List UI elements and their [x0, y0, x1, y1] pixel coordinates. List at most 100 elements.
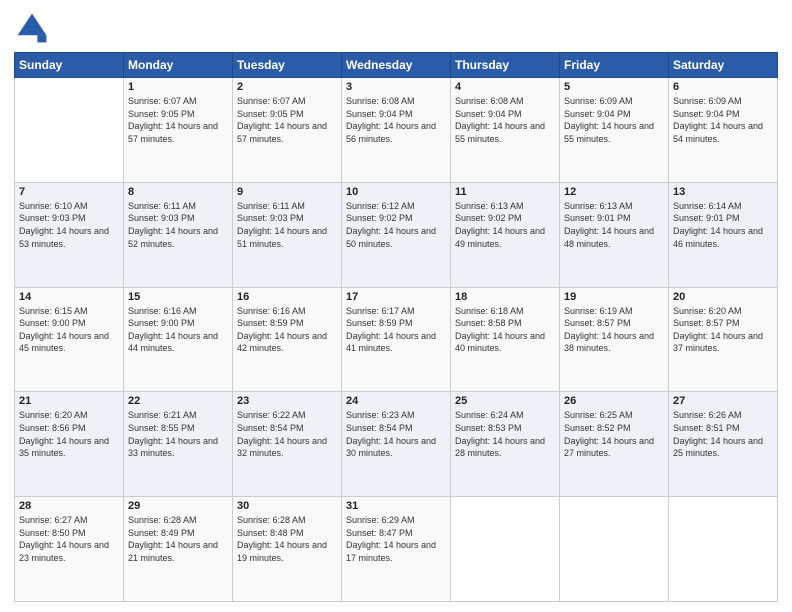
day-cell: 2 Sunrise: 6:07 AMSunset: 9:05 PMDaylight…: [233, 78, 342, 183]
day-info: Sunrise: 6:12 AMSunset: 9:02 PMDaylight:…: [346, 200, 446, 250]
day-cell: 6Sunrise: 6:09 AMSunset: 9:04 PMDaylight…: [669, 78, 778, 183]
day-cell: 14Sunrise: 6:15 AMSunset: 9:00 PMDayligh…: [15, 287, 124, 392]
day-info: Sunrise: 6:29 AMSunset: 8:47 PMDaylight:…: [346, 514, 446, 564]
page: SundayMondayTuesdayWednesdayThursdayFrid…: [0, 0, 792, 612]
day-cell: 31 Sunrise: 6:29 AMSunset: 8:47 PMDayligh…: [342, 497, 451, 602]
day-info: Sunrise: 6:08 AMSunset: 9:04 PMDaylight:…: [455, 95, 555, 145]
day-cell: 4 Sunrise: 6:08 AMSunset: 9:04 PMDaylight…: [451, 78, 560, 183]
day-info: Sunrise: 6:19 AMSunset: 8:57 PMDaylight:…: [564, 305, 664, 355]
day-number: 1: [128, 81, 228, 93]
day-info: Sunrise: 6:27 AMSunset: 8:50 PMDaylight:…: [19, 514, 119, 564]
day-cell: 18Sunrise: 6:18 AMSunset: 8:58 PMDayligh…: [451, 287, 560, 392]
day-cell: 21 Sunrise: 6:20 AMSunset: 8:56 PMDayligh…: [15, 392, 124, 497]
day-cell: 16 Sunrise: 6:16 AMSunset: 8:59 PMDayligh…: [233, 287, 342, 392]
day-number: 16: [237, 291, 337, 303]
day-info: Sunrise: 6:26 AMSunset: 8:51 PMDaylight:…: [673, 409, 773, 459]
day-info: Sunrise: 6:24 AMSunset: 8:53 PMDaylight:…: [455, 409, 555, 459]
day-number: 13: [673, 186, 773, 198]
day-info: Sunrise: 6:08 AMSunset: 9:04 PMDaylight:…: [346, 95, 446, 145]
day-cell: 23 Sunrise: 6:22 AMSunset: 8:54 PMDayligh…: [233, 392, 342, 497]
day-cell: 27 Sunrise: 6:26 AMSunset: 8:51 PMDayligh…: [669, 392, 778, 497]
day-number: 15: [128, 291, 228, 303]
day-cell: 26 Sunrise: 6:25 AMSunset: 8:52 PMDayligh…: [560, 392, 669, 497]
day-info: Sunrise: 6:16 AMSunset: 8:59 PMDaylight:…: [237, 305, 337, 355]
week-row-5: 28 Sunrise: 6:27 AMSunset: 8:50 PMDayligh…: [15, 497, 778, 602]
day-number: 21: [19, 395, 119, 407]
day-info: Sunrise: 6:22 AMSunset: 8:54 PMDaylight:…: [237, 409, 337, 459]
day-number: 9: [237, 186, 337, 198]
week-row-2: 7Sunrise: 6:10 AMSunset: 9:03 PMDaylight…: [15, 182, 778, 287]
week-row-1: 1 Sunrise: 6:07 AMSunset: 9:05 PMDaylight…: [15, 78, 778, 183]
weekday-header-sunday: Sunday: [15, 53, 124, 78]
day-info: Sunrise: 6:25 AMSunset: 8:52 PMDaylight:…: [564, 409, 664, 459]
day-cell: 1 Sunrise: 6:07 AMSunset: 9:05 PMDaylight…: [124, 78, 233, 183]
weekday-header-tuesday: Tuesday: [233, 53, 342, 78]
day-number: 11: [455, 186, 555, 198]
day-info: Sunrise: 6:28 AMSunset: 8:48 PMDaylight:…: [237, 514, 337, 564]
day-cell: [15, 78, 124, 183]
day-number: 30: [237, 500, 337, 512]
day-cell: 29 Sunrise: 6:28 AMSunset: 8:49 PMDayligh…: [124, 497, 233, 602]
weekday-header-monday: Monday: [124, 53, 233, 78]
week-row-4: 21 Sunrise: 6:20 AMSunset: 8:56 PMDayligh…: [15, 392, 778, 497]
day-cell: 10 Sunrise: 6:12 AMSunset: 9:02 PMDayligh…: [342, 182, 451, 287]
day-cell: 22 Sunrise: 6:21 AMSunset: 8:55 PMDayligh…: [124, 392, 233, 497]
day-number: 10: [346, 186, 446, 198]
day-cell: 25 Sunrise: 6:24 AMSunset: 8:53 PMDayligh…: [451, 392, 560, 497]
day-info: Sunrise: 6:11 AMSunset: 9:03 PMDaylight:…: [128, 200, 228, 250]
day-cell: 30 Sunrise: 6:28 AMSunset: 8:48 PMDayligh…: [233, 497, 342, 602]
day-number: 26: [564, 395, 664, 407]
day-info: Sunrise: 6:28 AMSunset: 8:49 PMDaylight:…: [128, 514, 228, 564]
day-number: 18: [455, 291, 555, 303]
day-number: 22: [128, 395, 228, 407]
day-cell: 20 Sunrise: 6:20 AMSunset: 8:57 PMDayligh…: [669, 287, 778, 392]
day-info: Sunrise: 6:17 AMSunset: 8:59 PMDaylight:…: [346, 305, 446, 355]
day-info: Sunrise: 6:14 AMSunset: 9:01 PMDaylight:…: [673, 200, 773, 250]
day-info: Sunrise: 6:10 AMSunset: 9:03 PMDaylight:…: [19, 200, 119, 250]
day-info: Sunrise: 6:11 AMSunset: 9:03 PMDaylight:…: [237, 200, 337, 250]
day-info: Sunrise: 6:07 AMSunset: 9:05 PMDaylight:…: [128, 95, 228, 145]
day-number: 5: [564, 81, 664, 93]
day-cell: 19 Sunrise: 6:19 AMSunset: 8:57 PMDayligh…: [560, 287, 669, 392]
day-number: 31: [346, 500, 446, 512]
day-number: 8: [128, 186, 228, 198]
day-number: 28: [19, 500, 119, 512]
day-cell: 28 Sunrise: 6:27 AMSunset: 8:50 PMDayligh…: [15, 497, 124, 602]
day-info: Sunrise: 6:13 AMSunset: 9:02 PMDaylight:…: [455, 200, 555, 250]
day-cell: [451, 497, 560, 602]
weekday-header-thursday: Thursday: [451, 53, 560, 78]
day-info: Sunrise: 6:20 AMSunset: 8:57 PMDaylight:…: [673, 305, 773, 355]
weekday-header-wednesday: Wednesday: [342, 53, 451, 78]
logo-icon: [14, 10, 50, 46]
day-cell: 7Sunrise: 6:10 AMSunset: 9:03 PMDaylight…: [15, 182, 124, 287]
day-info: Sunrise: 6:20 AMSunset: 8:56 PMDaylight:…: [19, 409, 119, 459]
day-info: Sunrise: 6:23 AMSunset: 8:54 PMDaylight:…: [346, 409, 446, 459]
day-info: Sunrise: 6:09 AMSunset: 9:04 PMDaylight:…: [673, 95, 773, 145]
day-cell: 15Sunrise: 6:16 AMSunset: 9:00 PMDayligh…: [124, 287, 233, 392]
day-number: 19: [564, 291, 664, 303]
day-info: Sunrise: 6:13 AMSunset: 9:01 PMDaylight:…: [564, 200, 664, 250]
day-cell: 3 Sunrise: 6:08 AMSunset: 9:04 PMDaylight…: [342, 78, 451, 183]
day-cell: 9 Sunrise: 6:11 AMSunset: 9:03 PMDaylight…: [233, 182, 342, 287]
day-cell: [669, 497, 778, 602]
day-number: 4: [455, 81, 555, 93]
day-number: 2: [237, 81, 337, 93]
week-row-3: 14Sunrise: 6:15 AMSunset: 9:00 PMDayligh…: [15, 287, 778, 392]
day-info: Sunrise: 6:21 AMSunset: 8:55 PMDaylight:…: [128, 409, 228, 459]
day-number: 3: [346, 81, 446, 93]
day-number: 20: [673, 291, 773, 303]
day-number: 23: [237, 395, 337, 407]
day-info: Sunrise: 6:09 AMSunset: 9:04 PMDaylight:…: [564, 95, 664, 145]
day-number: 17: [346, 291, 446, 303]
day-info: Sunrise: 6:07 AMSunset: 9:05 PMDaylight:…: [237, 95, 337, 145]
calendar: SundayMondayTuesdayWednesdayThursdayFrid…: [14, 52, 778, 602]
day-number: 25: [455, 395, 555, 407]
day-number: 24: [346, 395, 446, 407]
day-number: 29: [128, 500, 228, 512]
weekday-row: SundayMondayTuesdayWednesdayThursdayFrid…: [15, 53, 778, 78]
calendar-body: 1 Sunrise: 6:07 AMSunset: 9:05 PMDaylight…: [15, 78, 778, 602]
day-cell: 8 Sunrise: 6:11 AMSunset: 9:03 PMDaylight…: [124, 182, 233, 287]
day-cell: 13 Sunrise: 6:14 AMSunset: 9:01 PMDayligh…: [669, 182, 778, 287]
logo: [14, 10, 54, 46]
day-number: 27: [673, 395, 773, 407]
